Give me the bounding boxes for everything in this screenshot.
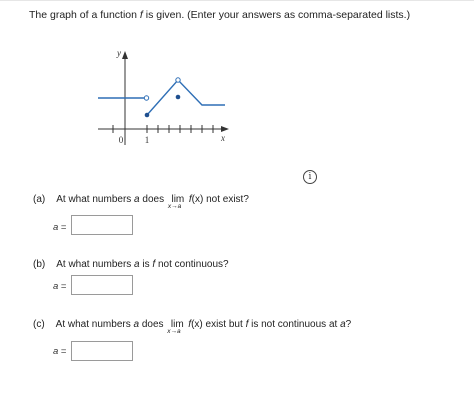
problem-prompt: The graph of a function f is given. (Ent… xyxy=(29,9,410,21)
open-point-peak xyxy=(175,77,181,83)
question-b-text-1: At what numbers xyxy=(56,259,135,270)
question-b-text-3: not continuous? xyxy=(155,259,229,270)
answer-c-input[interactable] xyxy=(71,341,133,361)
answer-b-label: a = xyxy=(53,281,67,292)
function-graph: y x 0 1 xyxy=(98,48,229,145)
closed-point-below-peak xyxy=(175,94,181,100)
right-piecewise-curve xyxy=(146,78,225,116)
question-b-part-label: (b) xyxy=(33,259,46,270)
question-c: (c) At what numbers a does lim x→a f(x) exi… xyxy=(33,319,352,335)
question-c-text-1: At what numbers xyxy=(55,319,134,330)
x-axis-arrow xyxy=(221,126,229,132)
question-a-lim-subscript: x→a xyxy=(167,203,182,210)
question-c-x: (x) xyxy=(191,319,203,330)
question-a-text-2: does xyxy=(139,194,167,205)
y-axis-label: y xyxy=(116,48,121,58)
prompt-text-1: The graph of a function xyxy=(29,9,140,21)
top-divider xyxy=(0,0,474,1)
question-b: (b) At what numbers a is f not continuous… xyxy=(33,259,229,270)
question-a-text-1: At what numbers xyxy=(56,194,135,205)
prompt-text-2: is given. (Enter your answers as comma-s… xyxy=(142,9,411,21)
answer-c-label: a = xyxy=(53,346,67,357)
answer-b-input[interactable] xyxy=(71,275,133,295)
question-a: (a) At what numbers a does lim x→a f(x) not… xyxy=(33,194,249,210)
question-c-text-3: exist but xyxy=(202,319,246,330)
question-a-part-label: (a) xyxy=(33,194,46,205)
info-icon[interactable]: i xyxy=(303,170,317,184)
question-a-limit: lim x→a xyxy=(168,194,187,210)
closed-point-at-1 xyxy=(144,112,150,118)
open-point-left xyxy=(143,95,150,101)
question-b-text-2: is xyxy=(139,259,153,270)
question-c-text-5: ? xyxy=(345,319,352,330)
question-a-text-3: not exist? xyxy=(203,194,249,205)
tick-label-1: 1 xyxy=(145,135,150,145)
question-c-text-2: does xyxy=(139,319,167,330)
x-axis-label: x xyxy=(220,133,225,143)
question-c-limit: lim x→a xyxy=(167,319,186,335)
question-a-x: (x) xyxy=(191,194,204,205)
answer-a-label: a = xyxy=(53,222,67,233)
question-c-text-4: is not continuous at xyxy=(248,319,341,330)
answer-a-input[interactable] xyxy=(71,215,133,235)
question-c-part-label: (c) xyxy=(33,319,45,330)
y-axis-arrow xyxy=(122,51,128,59)
origin-label: 0 xyxy=(119,135,124,145)
question-c-lim-subscript: x→a xyxy=(167,328,181,335)
